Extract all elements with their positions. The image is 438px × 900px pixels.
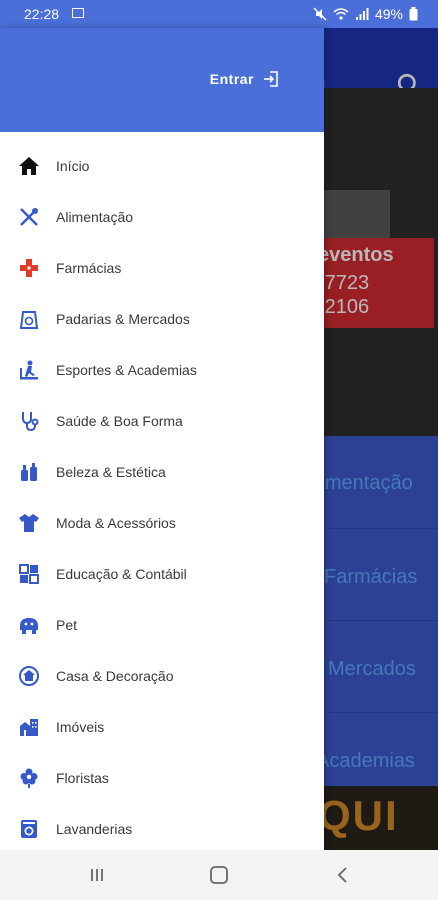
status-time: 22:28 [24, 6, 60, 22]
menu-label: Floristas [56, 770, 109, 786]
menu-item-inicio[interactable]: Início [0, 141, 324, 192]
menu-item-beleza[interactable]: Beleza & Estética [0, 447, 324, 498]
menu-label: Moda & Acessórios [56, 515, 176, 531]
menu-label: Saúde & Boa Forma [56, 413, 183, 429]
menu-label: Padarias & Mercados [56, 311, 190, 327]
menu-label: Pet [56, 617, 78, 633]
system-navigation-bar [0, 850, 438, 900]
scale-icon [19, 311, 39, 329]
login-label: Entrar [209, 71, 254, 87]
menu-label: Início [56, 158, 90, 174]
buildings-icon [20, 719, 38, 736]
mute-icon [313, 7, 327, 21]
flower-icon [20, 768, 38, 788]
menu-item-lavanderias[interactable]: Lavanderias [0, 804, 324, 855]
gallery-notification-icon [72, 8, 84, 18]
home-icon [19, 157, 39, 175]
home-nav-icon[interactable] [206, 862, 232, 888]
menu-item-alimentacao[interactable]: Alimentação [0, 192, 324, 243]
menu-label: Lavanderias [56, 821, 133, 837]
menu-label: Imóveis [56, 719, 105, 735]
login-button[interactable]: Entrar [210, 70, 280, 88]
back-icon[interactable] [330, 862, 356, 888]
battery-icon [409, 7, 418, 21]
menu-label: Alimentação [56, 209, 134, 225]
menu-label: Educação & Contábil [56, 566, 187, 582]
status-right: 49% [313, 6, 418, 22]
menu-item-moda[interactable]: Moda & Acessórios [0, 498, 324, 549]
login-icon [264, 71, 278, 87]
cutlery-icon [20, 208, 38, 226]
navigation-drawer: Entrar Início Alimentação Farmácias Pada… [0, 28, 324, 850]
menu-item-casa[interactable]: Casa & Decoração [0, 651, 324, 702]
menu-item-saude[interactable]: Saúde & Boa Forma [0, 396, 324, 447]
stethoscope-icon [22, 412, 39, 432]
menu-item-imoveis[interactable]: Imóveis [0, 702, 324, 753]
menu-item-educacao[interactable]: Educação & Contábil [0, 549, 324, 600]
pet-icon [20, 618, 38, 634]
menu-label: Beleza & Estética [56, 464, 166, 480]
menu-label: Esportes & Academias [56, 362, 197, 378]
house-decor-icon [19, 666, 39, 686]
menu-label: Casa & Decoração [56, 668, 174, 684]
menu-item-pet[interactable]: Pet [0, 600, 324, 651]
menu-item-floristas[interactable]: Floristas [0, 753, 324, 804]
treadmill-icon [20, 360, 38, 380]
drawer-menu: Início Alimentação Farmácias Padarias & … [0, 141, 324, 855]
grid-icon [19, 564, 39, 584]
menu-label: Farmácias [56, 260, 122, 276]
menu-item-farmacias[interactable]: Farmácias [0, 243, 324, 294]
drawer-header: Entrar [0, 28, 324, 132]
menu-item-padarias[interactable]: Padarias & Mercados [0, 294, 324, 345]
battery-percent: 49% [374, 6, 403, 22]
status-bar: 22:28 49% [0, 0, 438, 28]
cosmetics-icon [21, 463, 37, 481]
pharmacy-cross-icon [20, 259, 38, 277]
recent-apps-icon[interactable] [84, 862, 110, 888]
washing-machine-icon [21, 820, 37, 838]
signal-icon [355, 8, 369, 20]
shirt-icon [19, 514, 39, 532]
wifi-icon [333, 8, 349, 20]
menu-item-esportes[interactable]: Esportes & Academias [0, 345, 324, 396]
